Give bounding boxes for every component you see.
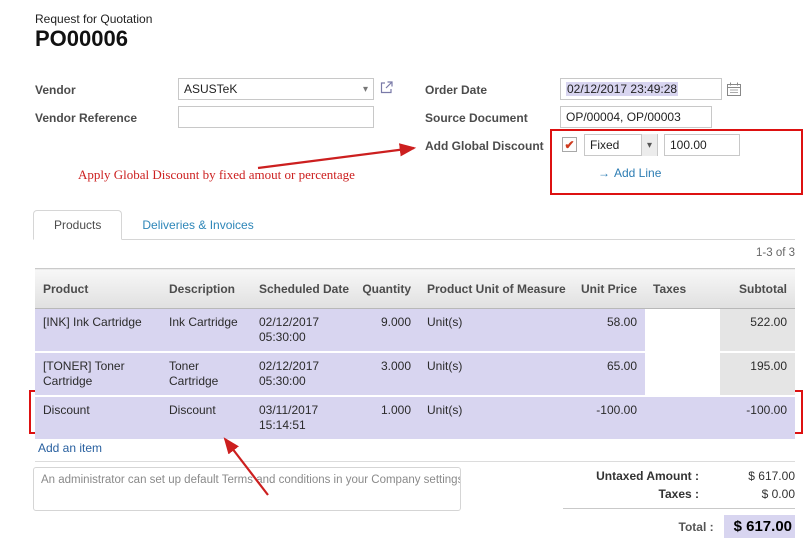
- line-items-table: Product Description Scheduled Date Quant…: [35, 268, 795, 441]
- column-header-uom[interactable]: Product Unit of Measure: [419, 269, 565, 309]
- source-document-value: OP/00004, OP/00003: [566, 110, 706, 124]
- vendor-label: Vendor: [35, 83, 76, 97]
- cell-subtotal: 195.00: [720, 352, 795, 396]
- cell-quantity[interactable]: 9.000: [347, 309, 419, 353]
- order-date-value: 02/12/2017 23:49:28: [566, 82, 678, 96]
- column-header-unit-price[interactable]: Unit Price: [565, 269, 645, 309]
- taxes-row: Taxes : $ 0.00: [563, 485, 795, 503]
- cell-product[interactable]: [INK] Ink Cartridge: [35, 309, 161, 353]
- total-row: Total : $ 617.00: [563, 513, 795, 540]
- terms-conditions-input[interactable]: An administrator can set up default Term…: [33, 467, 461, 511]
- column-header-scheduled-date[interactable]: Scheduled Date: [251, 269, 347, 309]
- table-row[interactable]: [INK] Ink Cartridge Ink Cartridge 02/12/…: [35, 309, 795, 353]
- cell-taxes[interactable]: [645, 309, 720, 353]
- annotation-global-discount-note: Apply Global Discount by fixed amout or …: [78, 167, 355, 183]
- source-document-label: Source Document: [425, 111, 528, 125]
- untaxed-amount-label: Untaxed Amount :: [563, 469, 709, 483]
- calendar-icon[interactable]: [727, 82, 741, 99]
- cell-quantity[interactable]: 3.000: [347, 352, 419, 396]
- source-document-input[interactable]: OP/00004, OP/00003: [560, 106, 712, 128]
- cell-uom[interactable]: Unit(s): [419, 309, 565, 353]
- purchase-order-form: Request for Quotation PO00006 Vendor ASU…: [0, 0, 810, 546]
- order-date-input[interactable]: 02/12/2017 23:49:28: [560, 78, 722, 100]
- cell-description[interactable]: Ink Cartridge: [161, 309, 251, 353]
- annotation-arrow-global-discount: [258, 148, 414, 168]
- total-value: $ 617.00: [724, 515, 795, 538]
- totals-divider: [563, 508, 795, 509]
- add-an-item-link[interactable]: Add an item: [38, 441, 102, 455]
- untaxed-amount-value: $ 617.00: [709, 469, 795, 483]
- external-link-icon[interactable]: [380, 81, 393, 97]
- cell-unit-price[interactable]: 58.00: [565, 309, 645, 353]
- add-item-row: Add an item: [35, 434, 795, 462]
- page-title: PO00006: [35, 26, 128, 52]
- tab-products[interactable]: Products: [33, 210, 122, 240]
- tab-deliveries-invoices[interactable]: Deliveries & Invoices: [122, 211, 273, 239]
- taxes-label: Taxes :: [563, 487, 709, 501]
- total-label: Total :: [563, 520, 724, 534]
- untaxed-amount-row: Untaxed Amount : $ 617.00: [563, 467, 795, 485]
- column-header-taxes[interactable]: Taxes: [645, 269, 720, 309]
- table-row[interactable]: [TONER] Toner Cartridge Toner Cartridge …: [35, 352, 795, 396]
- cell-scheduled-date[interactable]: 02/12/2017 05:30:00: [251, 352, 347, 396]
- cell-unit-price[interactable]: 65.00: [565, 352, 645, 396]
- cell-uom[interactable]: Unit(s): [419, 352, 565, 396]
- vendor-reference-input[interactable]: [178, 106, 374, 128]
- notebook-tabs: Products Deliveries & Invoices: [33, 210, 795, 240]
- column-header-product[interactable]: Product: [35, 269, 161, 309]
- cell-subtotal: 522.00: [720, 309, 795, 353]
- column-header-quantity[interactable]: Quantity: [347, 269, 419, 309]
- vendor-value: ASUSTeK: [184, 82, 359, 96]
- column-header-subtotal[interactable]: Subtotal: [720, 269, 795, 309]
- cell-product[interactable]: [TONER] Toner Cartridge: [35, 352, 161, 396]
- global-discount-label: Add Global Discount: [425, 139, 544, 153]
- cell-taxes[interactable]: [645, 352, 720, 396]
- cell-scheduled-date[interactable]: 02/12/2017 05:30:00: [251, 309, 347, 353]
- table-header-row: Product Description Scheduled Date Quant…: [35, 269, 795, 309]
- vendor-reference-label: Vendor Reference: [35, 111, 137, 125]
- totals-panel: Untaxed Amount : $ 617.00 Taxes : $ 0.00…: [563, 467, 795, 540]
- document-type: Request for Quotation: [35, 12, 152, 26]
- chevron-down-icon[interactable]: ▾: [363, 84, 368, 95]
- taxes-value: $ 0.00: [709, 487, 795, 501]
- annotation-box-global-discount: [550, 129, 803, 195]
- pager[interactable]: 1-3 of 3: [35, 247, 795, 259]
- order-date-label: Order Date: [425, 83, 487, 97]
- column-header-description[interactable]: Description: [161, 269, 251, 309]
- cell-description[interactable]: Toner Cartridge: [161, 352, 251, 396]
- vendor-select[interactable]: ASUSTeK ▾: [178, 78, 374, 100]
